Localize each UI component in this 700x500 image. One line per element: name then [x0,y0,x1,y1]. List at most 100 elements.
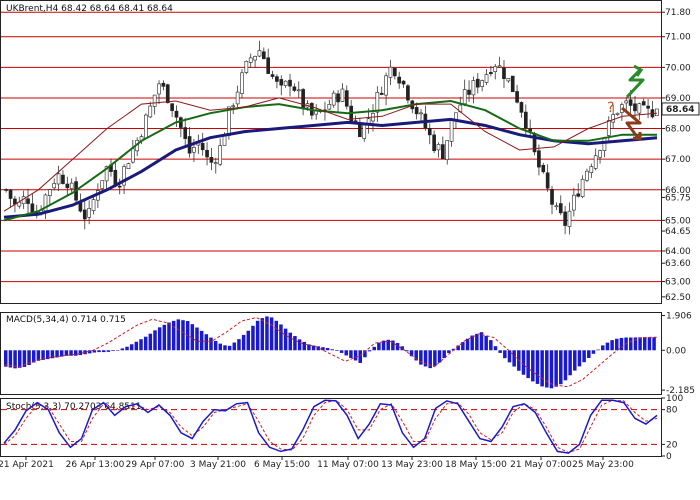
macd-tick-label: 1.906 [666,312,692,322]
candle-body [641,101,646,106]
candle-body [541,164,546,173]
candle-body [646,105,650,109]
y-tick-label: 63.60 [665,259,691,269]
y-tick-label: 63.00 [665,278,691,288]
candle-body [493,66,498,72]
macd-bar [652,337,656,351]
macd-bar [209,337,213,351]
x-tick-label: 3 May 21:00 [190,460,246,470]
candle-body [545,172,550,189]
x-tick-label: 25 May 23:00 [572,460,634,470]
macd-bar [629,337,633,351]
candle-body [261,51,266,60]
candle-body [467,89,471,95]
candle-body [497,65,502,68]
macd-bar [223,345,227,351]
candle-body [484,74,489,83]
macd-bar [582,350,586,363]
macd-bar [568,350,572,376]
y-tick-label: 71.00 [665,33,691,43]
ma-slow-line [3,117,658,219]
candle-body [598,150,602,158]
candle-body [515,91,519,103]
macd-bar [587,350,591,358]
candle-body [257,50,262,57]
macd-bar [73,350,78,356]
macd-bar [260,318,265,351]
candle-body [174,110,179,118]
macd-bar [498,350,502,353]
macd-bar [153,330,157,351]
macd-bar [493,346,498,351]
macd-tick-label: 0.00 [666,346,686,356]
candle-body [170,103,174,111]
candle-body [275,76,279,82]
candle-body [558,203,563,214]
candle-body [462,89,467,104]
macd-bar [573,350,577,371]
candle-body [48,189,52,196]
candle-body [144,114,148,139]
macd-bar [176,319,181,351]
macd-bar [531,350,535,382]
candle-body [30,203,35,213]
macd-bar [4,350,8,367]
candle-body [432,134,436,152]
candle-body [91,199,96,211]
candle-body [327,104,332,110]
candle-body [69,182,74,189]
macd-bar [470,335,474,351]
macd-bar [269,317,274,351]
macd-bar [605,342,610,351]
candle-body [388,66,393,78]
x-tick-label: 11 May 07:00 [317,460,379,470]
macd-bar [610,340,614,351]
candle-body [165,84,170,104]
candle-body [340,88,345,102]
candle-body [218,145,222,165]
candle-body [392,67,397,77]
candle-body [375,92,380,113]
candle-body [589,166,594,174]
candle-body [436,144,441,151]
candle-body [82,209,87,220]
macd-bar [232,342,237,351]
stoch-tick-label: 20 [666,440,678,450]
candle-body [441,144,445,159]
macd-bar [433,350,437,366]
candle-body [528,128,533,132]
candle-body [270,74,275,77]
macd-bar [213,340,218,351]
candle-body [615,112,620,115]
macd-bar [111,350,115,352]
candle-body [637,103,642,114]
macd-bar [8,350,13,368]
current-price-label: 68.64 [666,105,694,115]
ma-mid-line [3,99,657,222]
candle-body [222,135,227,146]
macd-bar [143,336,148,351]
macd-bar [251,325,255,351]
macd-bar [134,341,139,351]
macd-bar [78,350,83,356]
macd-bar [643,337,647,351]
x-tick-label: 21 May 07:00 [510,460,572,470]
chart-root: UKBrent,H4 68.42 68.64 68.41 68.64 MACD(… [0,0,700,470]
candle-body [550,189,554,205]
candle-body [100,180,105,189]
macd-bar [195,327,199,351]
macd-bar [171,320,176,351]
candle-body [489,72,493,75]
y-tick-label: 67.00 [665,155,691,165]
macd-bar [157,327,162,351]
candle-body [475,78,480,88]
macd-bar [353,350,358,361]
y-tick-label: 62.50 [665,293,691,303]
macd-bar [97,350,101,353]
candle-body [362,124,367,139]
macd-bar [293,336,297,351]
candle-body [611,114,615,123]
macd-bar [279,324,283,351]
macd-bar [372,346,376,351]
candle-body [213,162,218,164]
